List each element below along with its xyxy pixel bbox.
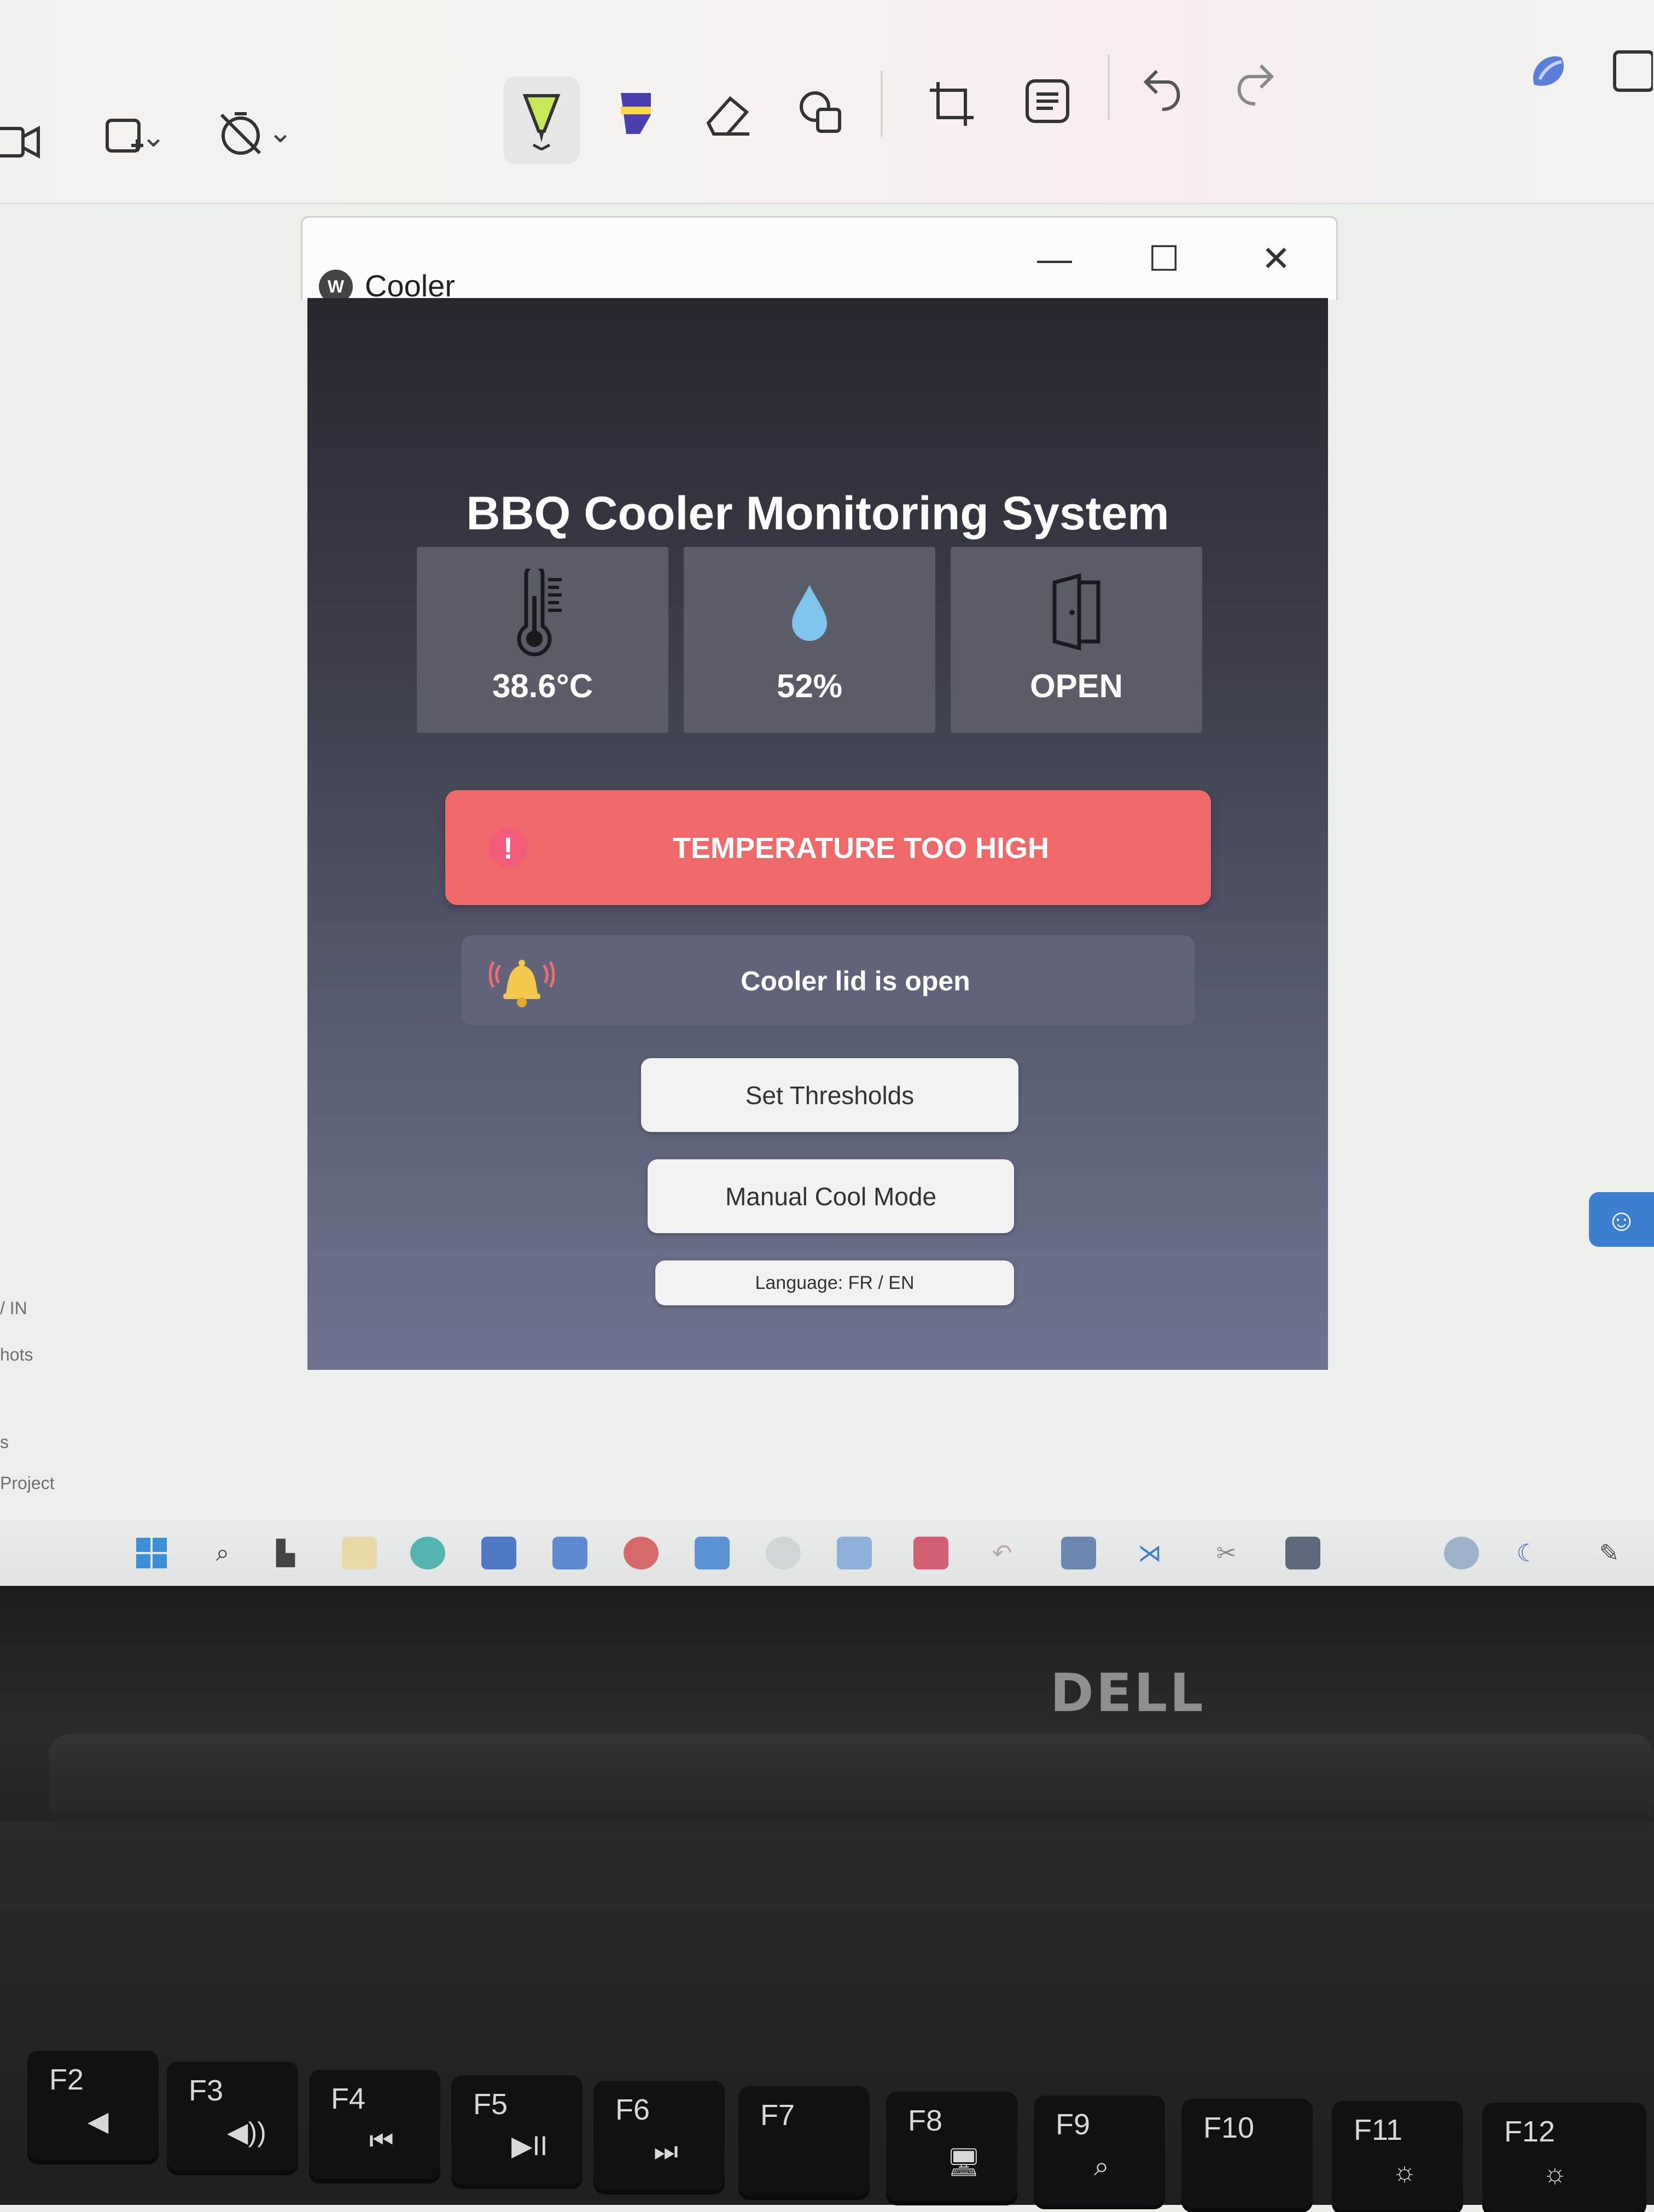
desktop-fragment-2: hots	[0, 1345, 33, 1364]
crop-icon[interactable]	[913, 66, 990, 142]
page-title: BBQ Cooler Monitoring System	[466, 487, 1169, 540]
video-icon[interactable]	[0, 104, 55, 180]
door-icon	[951, 569, 1202, 656]
temperature-value: 38.6°C	[492, 668, 593, 704]
language-toggle-button[interactable]: Language: FR / EN	[655, 1260, 1014, 1305]
temperature-card: 38.6°C	[417, 547, 668, 733]
humidity-card: 52%	[684, 547, 935, 733]
folder-icon[interactable]	[695, 1537, 730, 1569]
key-f7-label: F7	[760, 2099, 795, 2132]
key-f12[interactable]: F12 ☼	[1482, 2103, 1646, 2212]
key-f3-label: F3	[189, 2074, 224, 2107]
key-f10-label: F10	[1203, 2111, 1255, 2144]
humidity-value: 52%	[776, 668, 843, 704]
file-explorer-icon[interactable]	[342, 1537, 377, 1569]
timer-off-icon[interactable]	[202, 96, 279, 172]
toolbar-divider	[881, 71, 883, 137]
thermometer-icon	[417, 569, 668, 656]
lid-notice: Cooler lid is open	[462, 935, 1195, 1025]
manual-cool-button[interactable]: Manual Cool Mode	[648, 1159, 1014, 1233]
chevron-down-icon[interactable]: ⌄	[268, 115, 293, 149]
desktop-fragment-3: s	[0, 1432, 9, 1452]
store-icon[interactable]	[481, 1537, 516, 1569]
key-f10[interactable]: F10	[1181, 2099, 1313, 2208]
key-f4-label: F4	[331, 2082, 366, 2115]
start-icon[interactable]	[134, 1537, 169, 1569]
pdf-icon[interactable]	[913, 1537, 948, 1569]
set-thresholds-button[interactable]: Set Thresholds	[641, 1058, 1018, 1132]
display-icon: 🖥	[946, 2147, 981, 2178]
vscode-icon[interactable]: ⋊	[1132, 1537, 1167, 1569]
redo-icon[interactable]	[1214, 46, 1291, 123]
key-f11-label: F11	[1354, 2114, 1403, 2146]
lid-status-card: OPEN	[951, 547, 1202, 733]
terminal-icon[interactable]	[1285, 1537, 1320, 1569]
key-f5[interactable]: F5 ▶II	[451, 2075, 583, 2185]
monitor-panel: BBQ Cooler Monitoring System 38.6°C 52%	[307, 298, 1328, 1370]
title-bar: W Cooler — ☐ ✕	[301, 216, 1338, 304]
undo-icon[interactable]	[1127, 52, 1203, 129]
outlook-icon[interactable]	[552, 1537, 587, 1569]
eraser-icon[interactable]	[689, 77, 766, 153]
chrome-icon[interactable]	[766, 1537, 801, 1569]
maximize-button[interactable]: ☐	[1123, 229, 1205, 289]
key-f11[interactable]: F11 ☼	[1332, 2101, 1463, 2210]
key-f6[interactable]: F6 ⏭	[593, 2081, 725, 2190]
search-key-icon: ⌕	[1094, 2151, 1109, 2181]
brightness-down-icon: ☼	[1392, 2156, 1417, 2187]
copilot-icon[interactable]	[1510, 33, 1586, 109]
key-f8[interactable]: F8 🖥	[886, 2092, 1017, 2201]
pen-tray-icon[interactable]: ✎	[1592, 1537, 1627, 1569]
key-f2-label: F2	[49, 2063, 84, 2096]
play-pause-icon: ▶II	[511, 2131, 548, 2161]
moon-icon[interactable]: ☾	[1510, 1537, 1545, 1569]
task-view-icon[interactable]: ▙	[268, 1537, 303, 1569]
brightness-up-icon: ☼	[1542, 2158, 1568, 2188]
snip-toolbar: ⌄ ⌄	[0, 0, 1654, 205]
taskbar: ⌕ ▙ ↶ ⋊ ✂ ☾ ✎	[0, 1520, 1654, 1586]
previous-track-icon: ⏮	[369, 2125, 394, 2156]
app-icon[interactable]	[837, 1537, 872, 1569]
next-track-icon: ⏭	[654, 2136, 678, 2167]
back-icon[interactable]: ↶	[985, 1537, 1020, 1569]
water-drop-icon	[684, 569, 935, 656]
key-f2[interactable]: F2 ◀	[27, 2051, 159, 2160]
volume-up-icon: ◀))	[227, 2117, 266, 2147]
chevron-down-icon[interactable]: ⌄	[141, 119, 166, 154]
search-icon[interactable]: ⌕	[205, 1537, 240, 1569]
minimize-button[interactable]: —	[1014, 229, 1096, 289]
desktop-fragment-1: / IN	[0, 1298, 27, 1318]
save-icon[interactable]	[1608, 33, 1654, 109]
lid-notice-text: Cooler lid is open	[741, 966, 970, 996]
alert-text: TEMPERATURE TOO HIGH	[672, 832, 1050, 865]
desktop-fragment-4: Project	[0, 1473, 55, 1493]
key-f9-label: F9	[1056, 2108, 1091, 2141]
cooler-window: W Cooler — ☐ ✕ BBQ Cooler Monitoring Sys…	[301, 216, 1338, 1370]
highlighter-icon[interactable]	[503, 77, 580, 164]
edge-icon[interactable]	[410, 1537, 445, 1569]
temperature-alert: ! TEMPERATURE TOO HIGH	[445, 790, 1211, 905]
key-f8-label: F8	[908, 2104, 943, 2137]
key-f4[interactable]: F4 ⏮	[309, 2070, 440, 2179]
key-f9[interactable]: F9 ⌕	[1034, 2096, 1165, 2205]
marker-icon[interactable]	[596, 77, 673, 153]
laptop-hinge	[49, 1734, 1654, 1826]
volume-down-icon: ◀	[88, 2106, 109, 2137]
key-f5-label: F5	[473, 2088, 508, 2121]
powerpoint-icon[interactable]	[624, 1537, 659, 1569]
feedback-icon[interactable]: ☺	[1589, 1192, 1654, 1247]
close-button[interactable]: ✕	[1235, 229, 1317, 289]
key-f3[interactable]: F3 ◀))	[167, 2062, 298, 2171]
key-f12-label: F12	[1504, 2115, 1556, 2148]
weather-icon[interactable]	[1444, 1537, 1479, 1569]
text-actions-icon[interactable]	[1009, 63, 1086, 139]
photos-icon[interactable]	[1061, 1537, 1096, 1569]
shapes-icon[interactable]	[782, 74, 859, 150]
key-f7[interactable]: F7	[738, 2086, 870, 2196]
brand-logo: DELL	[1050, 1662, 1205, 1724]
snipping-icon[interactable]: ✂	[1209, 1537, 1244, 1569]
lid-status-value: OPEN	[1029, 668, 1123, 704]
toolbar-divider	[1108, 55, 1110, 120]
key-f6-label: F6	[615, 2093, 650, 2126]
